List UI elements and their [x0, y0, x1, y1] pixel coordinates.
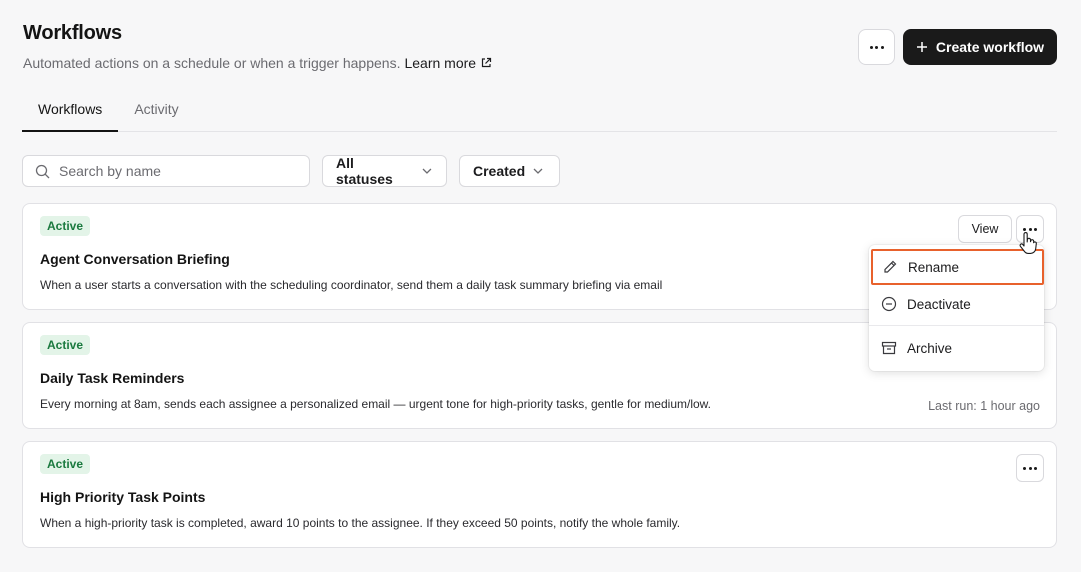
workflow-title: Daily Task Reminders [40, 370, 185, 386]
more-dots-icon [1023, 466, 1037, 470]
sort-dropdown[interactable]: Created [459, 155, 560, 187]
create-workflow-button[interactable]: Create workflow [903, 29, 1057, 65]
status-filter-dropdown[interactable]: All statuses [322, 155, 447, 187]
plus-icon [916, 42, 927, 52]
menu-divider [869, 325, 1044, 326]
menu-item-label: Archive [907, 340, 953, 356]
external-link-icon [481, 57, 492, 68]
menu-item-archive[interactable]: Archive [869, 330, 1044, 366]
view-button[interactable]: View [958, 215, 1012, 243]
menu-item-label: Rename [908, 259, 960, 275]
workflow-title: Agent Conversation Briefing [40, 251, 230, 267]
tab-workflows-label: Workflows [38, 101, 103, 117]
menu-item-label: Deactivate [907, 296, 971, 312]
more-dots-icon [1023, 227, 1037, 231]
page-more-button[interactable] [858, 29, 895, 65]
page-subtitle: Automated actions on a schedule or when … [23, 55, 492, 71]
status-badge: Active [40, 216, 91, 236]
hand-pointer-icon [1019, 232, 1037, 254]
tab-bar: Workflows Activity [22, 92, 1057, 132]
search-box[interactable] [22, 155, 310, 187]
status-badge: Active [40, 335, 91, 355]
pencil-icon [884, 260, 897, 273]
card-more-button[interactable] [1016, 454, 1044, 482]
subtitle-text: Automated actions on a schedule or when … [23, 55, 401, 71]
sort-label: Created [473, 163, 526, 179]
workflow-description: When a high-priority task is completed, … [40, 516, 681, 530]
learn-more-link[interactable]: Learn more [404, 55, 492, 71]
more-dots-icon [869, 45, 884, 49]
context-menu: Rename Deactivate Archive [869, 245, 1044, 371]
search-icon [35, 164, 50, 178]
workflow-description: When a user starts a conversation with t… [40, 278, 663, 292]
minus-circle-icon [881, 296, 897, 312]
tab-workflows[interactable]: Workflows [22, 92, 119, 132]
chevron-down-icon [422, 168, 432, 174]
workflow-description: Every morning at 8am, sends each assigne… [40, 397, 712, 411]
chevron-down-icon [533, 168, 543, 174]
workflow-card[interactable]: Active High Priority Task Points When a … [22, 441, 1057, 548]
menu-item-deactivate[interactable]: Deactivate [869, 286, 1044, 322]
create-workflow-label: Create workflow [935, 39, 1045, 55]
search-input[interactable] [59, 163, 289, 179]
tab-activity[interactable]: Activity [118, 92, 194, 131]
archive-box-icon [881, 341, 897, 355]
workflow-title: High Priority Task Points [40, 489, 206, 505]
tab-activity-label: Activity [134, 101, 179, 117]
status-filter-label: All statuses [336, 155, 393, 187]
page-title: Workflows [23, 22, 122, 44]
learn-more-label: Learn more [404, 55, 477, 71]
status-badge: Active [40, 454, 91, 474]
last-run-text: Last run: 1 hour ago [928, 399, 1040, 413]
